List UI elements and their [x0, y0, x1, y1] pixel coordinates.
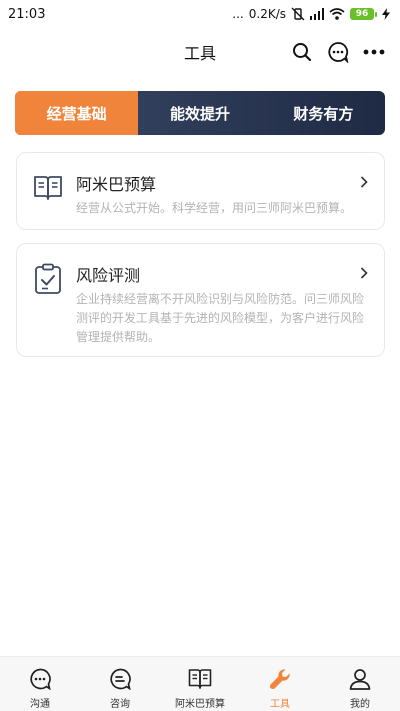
status-indicators: ... 0.2K/s 96	[232, 7, 390, 21]
tabbar-label: 沟通	[30, 699, 50, 710]
charging-icon	[382, 8, 390, 20]
tab-efficiency[interactable]: 能效提升	[138, 91, 261, 135]
status-bar: 21:03 ... 0.2K/s 96	[0, 0, 400, 28]
status-dots: ...	[232, 7, 244, 21]
wifi-icon	[329, 8, 345, 20]
tab-finance[interactable]: 财务有方	[262, 91, 385, 135]
more-icon[interactable]	[362, 40, 386, 64]
status-time: 21:03	[8, 6, 46, 22]
tabbar-label: 工具	[270, 699, 290, 710]
tool-card-risk-assessment[interactable]: 风险评测 企业持续经营离不开风险识别与风险防范。问三师风险测评的开发工具基于先进…	[16, 243, 385, 357]
tabbar-item-tools[interactable]: 工具	[240, 657, 320, 711]
category-tabs: 经营基础 能效提升 财务有方	[15, 91, 385, 135]
tabbar-item-profile[interactable]: 我的	[320, 657, 400, 711]
bottom-tab-bar: 沟通 咨询 阿米巴预算 工具 我的	[0, 656, 400, 711]
page-title: 工具	[183, 44, 216, 63]
battery-icon: 96	[350, 8, 377, 20]
search-icon[interactable]	[290, 40, 314, 64]
tabbar-label: 我的	[350, 699, 370, 710]
nav-bar: 工具	[0, 28, 400, 76]
person-icon	[348, 667, 372, 691]
card-title: 阿米巴预算	[76, 175, 157, 194]
tabbar-label: 阿米巴预算	[175, 699, 225, 710]
tool-card-amoeba-budget[interactable]: 阿米巴预算 经营从公式开始。科学经营，用问三师阿米巴预算。	[16, 152, 385, 230]
chevron-right-icon	[360, 264, 368, 283]
vibrate-icon	[291, 7, 305, 21]
tabbar-label: 咨询	[110, 699, 130, 710]
tabbar-item-consult[interactable]: 咨询	[80, 657, 160, 711]
battery-level: 96	[350, 8, 374, 20]
clipboard-check-icon	[33, 263, 63, 294]
chevron-right-icon	[360, 173, 368, 192]
tab-business-basics[interactable]: 经营基础	[15, 91, 139, 135]
card-description: 经营从公式开始。科学经营，用问三师阿米巴预算。	[76, 201, 353, 215]
tabbar-item-chat[interactable]: 沟通	[0, 657, 80, 711]
signal-icon	[310, 8, 324, 20]
book-icon	[33, 173, 63, 203]
message-icon[interactable]	[326, 40, 350, 64]
network-speed: 0.2K/s	[248, 7, 286, 21]
tabbar-item-amoeba-budget[interactable]: 阿米巴预算	[160, 657, 240, 711]
book-icon	[188, 667, 212, 691]
card-description: 企业持续经营离不开风险识别与风险防范。问三师风险测评的开发工具基于先进的风险模型…	[76, 292, 365, 344]
wrench-icon	[268, 667, 292, 691]
nav-actions	[290, 40, 386, 64]
consult-icon	[108, 667, 132, 691]
chat-bubble-icon	[28, 667, 52, 691]
card-title: 风险评测	[76, 266, 141, 285]
